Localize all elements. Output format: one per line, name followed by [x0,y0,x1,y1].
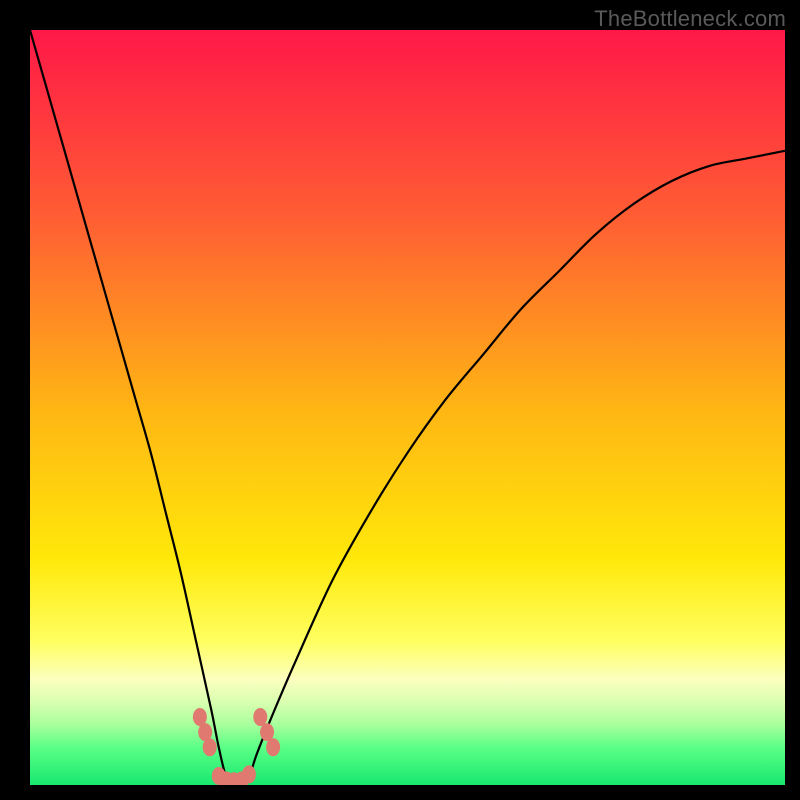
watermark-text: TheBottleneck.com [594,6,786,32]
marker-left-cluster [203,738,217,756]
marker-right-cluster [253,708,267,726]
chart-svg [30,30,785,785]
gradient-background [30,30,785,785]
marker-bottom-run [242,765,256,783]
chart-plot-area [30,30,785,785]
chart-frame: TheBottleneck.com [0,0,800,800]
marker-right-cluster [266,738,280,756]
